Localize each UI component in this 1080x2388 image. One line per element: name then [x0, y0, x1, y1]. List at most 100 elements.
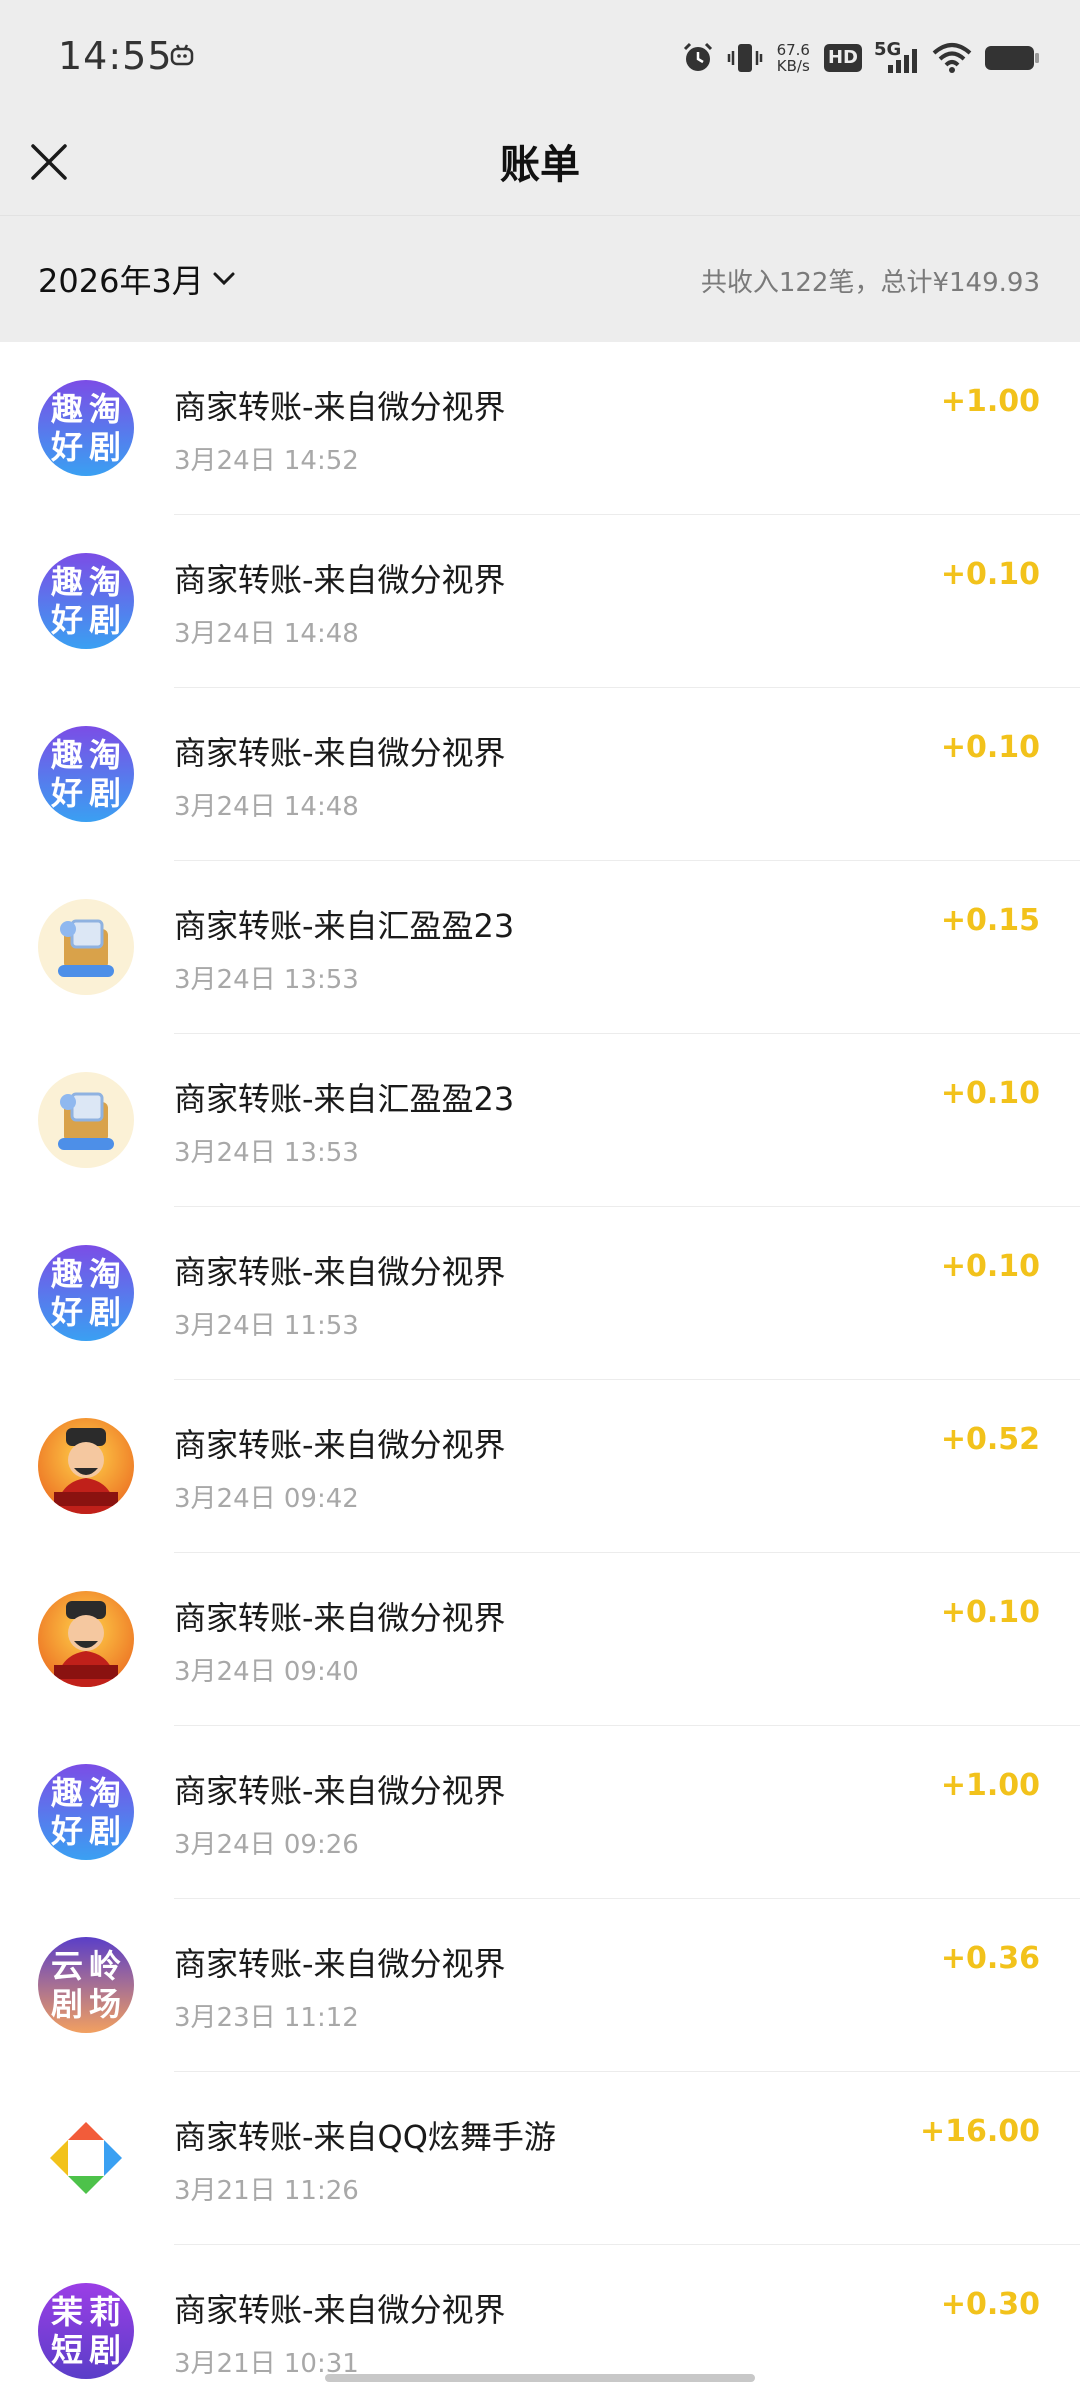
avatar-char: 剧 — [88, 1812, 121, 1850]
avatar-char: 好 — [50, 428, 83, 466]
merchant-avatar: 茉莉短剧 — [38, 2283, 134, 2379]
header: 账单 — [0, 118, 1080, 216]
status-time: 14:55 — [58, 34, 173, 78]
bill-amount: +0.10 — [940, 1076, 1040, 1111]
bill-time: 3月24日 14:48 — [174, 619, 359, 649]
signal-bars-icon — [888, 49, 917, 73]
bill-title: 商家转账-来自微分视界 — [174, 1253, 506, 1291]
avatar-char: 淘 — [88, 1255, 121, 1293]
bill-row[interactable]: 云岭剧场 商家转账-来自微分视界 3月23日 11:12 +0.36 — [0, 1899, 1080, 2072]
filter-bar: 2026年3月 共收入122笔，总计¥149.93 — [0, 216, 1080, 342]
avatar-char: 茉 — [50, 2293, 83, 2331]
bill-amount: +0.15 — [940, 903, 1040, 938]
bill-title: 商家转账-来自微分视界 — [174, 2291, 506, 2329]
avatar-logo-text: 趣淘好剧 — [38, 1245, 134, 1341]
avatar-logo-text: 云岭剧场 — [38, 1937, 134, 2033]
bill-row[interactable]: 商家转账-来自微分视界 3月24日 09:40 +0.10 — [0, 1553, 1080, 1726]
bill-title: 商家转账-来自微分视界 — [174, 561, 506, 599]
gift-box-logo-icon — [58, 919, 114, 977]
avatar-logo-text: 趣淘好剧 — [38, 380, 134, 476]
bill-title: 商家转账-来自微分视界 — [174, 1599, 506, 1637]
avatar-char: 好 — [50, 1812, 83, 1850]
avatar-char: 趣 — [50, 390, 83, 428]
merchant-avatar — [38, 899, 134, 995]
avatar-char: 剧 — [88, 1293, 121, 1331]
avatar-char: 剧 — [88, 774, 121, 812]
avatar-char: 场 — [88, 1985, 121, 2023]
bill-title: 商家转账-来自微分视界 — [174, 1945, 506, 1983]
bill-time: 3月24日 09:40 — [174, 1657, 359, 1687]
bill-title: 商家转账-来自汇盈盈23 — [174, 907, 515, 945]
avatar-char: 趣 — [50, 736, 83, 774]
vibrate-icon — [727, 44, 762, 72]
bill-time: 3月24日 09:26 — [174, 1830, 359, 1860]
network-speed: 67.6 KB/s — [777, 42, 810, 74]
avatar-char: 剧 — [88, 2331, 121, 2369]
avatar-char: 好 — [50, 774, 83, 812]
alarm-icon — [683, 42, 712, 71]
merchant-avatar — [38, 2110, 134, 2206]
month-picker[interactable]: 2026年3月 — [38, 256, 236, 302]
bill-amount: +0.10 — [940, 1595, 1040, 1630]
avatar-char: 剧 — [88, 428, 121, 466]
bill-row[interactable]: 商家转账-来自汇盈盈23 3月24日 13:53 +0.15 — [0, 861, 1080, 1034]
bill-time: 3月24日 13:53 — [174, 1138, 359, 1168]
avatar-char: 好 — [50, 601, 83, 639]
merchant-avatar: 云岭剧场 — [38, 1937, 134, 2033]
bill-title: 商家转账-来自汇盈盈23 — [174, 1080, 515, 1118]
bill-row[interactable]: 趣淘好剧 商家转账-来自微分视界 3月24日 11:53 +0.10 — [0, 1207, 1080, 1380]
network-speed-unit: KB/s — [776, 57, 810, 75]
bill-time: 3月24日 14:48 — [174, 792, 359, 822]
bill-time: 3月24日 13:53 — [174, 965, 359, 995]
bill-row[interactable]: 商家转账-来自QQ炫舞手游 3月21日 11:26 +16.00 — [0, 2072, 1080, 2245]
bill-amount: +0.10 — [940, 730, 1040, 765]
bill-amount: +0.10 — [940, 557, 1040, 592]
hd-label: HD — [827, 47, 858, 68]
bill-amount: +0.36 — [940, 1941, 1040, 1976]
home-indicator[interactable] — [325, 2374, 755, 2382]
avatar-char: 莉 — [88, 2293, 121, 2331]
merchant-avatar — [38, 1072, 134, 1168]
avatar-char: 剧 — [88, 601, 121, 639]
gift-box-logo-icon — [58, 1092, 114, 1150]
bill-amount: +0.52 — [940, 1422, 1040, 1457]
merchant-avatar: 趣淘好剧 — [38, 1764, 134, 1860]
chevron-down-icon — [213, 272, 235, 286]
bill-row[interactable]: 茉莉短剧 商家转账-来自微分视界 3月21日 10:31 +0.30 — [0, 2245, 1080, 2388]
avatar-char: 趣 — [50, 1255, 83, 1293]
status-icons: 67.6 KB/s HD 5G — [681, 38, 1040, 78]
bill-amount: +16.00 — [919, 2114, 1040, 2149]
month-label: 2026年3月 — [38, 262, 204, 300]
merchant-avatar: 趣淘好剧 — [38, 380, 134, 476]
avatar-char: 趣 — [50, 563, 83, 601]
wifi-icon — [932, 43, 972, 73]
bill-time: 3月24日 14:52 — [174, 446, 359, 476]
avatar-char: 淘 — [88, 736, 121, 774]
bill-amount: +1.00 — [940, 1768, 1040, 1803]
avatar-logo-text: 趣淘好剧 — [38, 553, 134, 649]
bill-title: 商家转账-来自微分视界 — [174, 1772, 506, 1810]
avatar-logo-text: 趣淘好剧 — [38, 1764, 134, 1860]
bill-time: 3月24日 09:42 — [174, 1484, 359, 1514]
status-bar: 14:55 67.6 KB/s HD 5G — [0, 0, 1080, 118]
avatar-char: 短 — [50, 2331, 83, 2369]
bill-amount: +0.10 — [940, 1249, 1040, 1284]
merchant-avatar — [38, 1591, 134, 1687]
bill-row[interactable]: 商家转账-来自汇盈盈23 3月24日 13:53 +0.10 — [0, 1034, 1080, 1207]
avatar-char: 淘 — [88, 390, 121, 428]
avatar-char: 淘 — [88, 563, 121, 601]
bill-row[interactable]: 趣淘好剧 商家转账-来自微分视界 3月24日 14:52 +1.00 — [0, 342, 1080, 515]
bill-time: 3月23日 11:12 — [174, 2003, 359, 2033]
bill-title: 商家转账-来自微分视界 — [174, 1426, 506, 1464]
fortune-god-logo-icon — [54, 1601, 118, 1687]
bill-row[interactable]: 趣淘好剧 商家转账-来自微分视界 3月24日 14:48 +0.10 — [0, 688, 1080, 861]
signal-5g: 5G — [874, 39, 920, 75]
bill-row[interactable]: 趣淘好剧 商家转账-来自微分视界 3月24日 09:26 +1.00 — [0, 1726, 1080, 1899]
bill-row[interactable]: 趣淘好剧 商家转账-来自微分视界 3月24日 14:48 +0.10 — [0, 515, 1080, 688]
merchant-avatar — [38, 1418, 134, 1514]
merchant-avatar: 趣淘好剧 — [38, 1245, 134, 1341]
bill-title: 商家转账-来自微分视界 — [174, 734, 506, 772]
bill-amount: +1.00 — [940, 384, 1040, 419]
avatar-logo-text: 趣淘好剧 — [38, 726, 134, 822]
bill-row[interactable]: 商家转账-来自微分视界 3月24日 09:42 +0.52 — [0, 1380, 1080, 1553]
